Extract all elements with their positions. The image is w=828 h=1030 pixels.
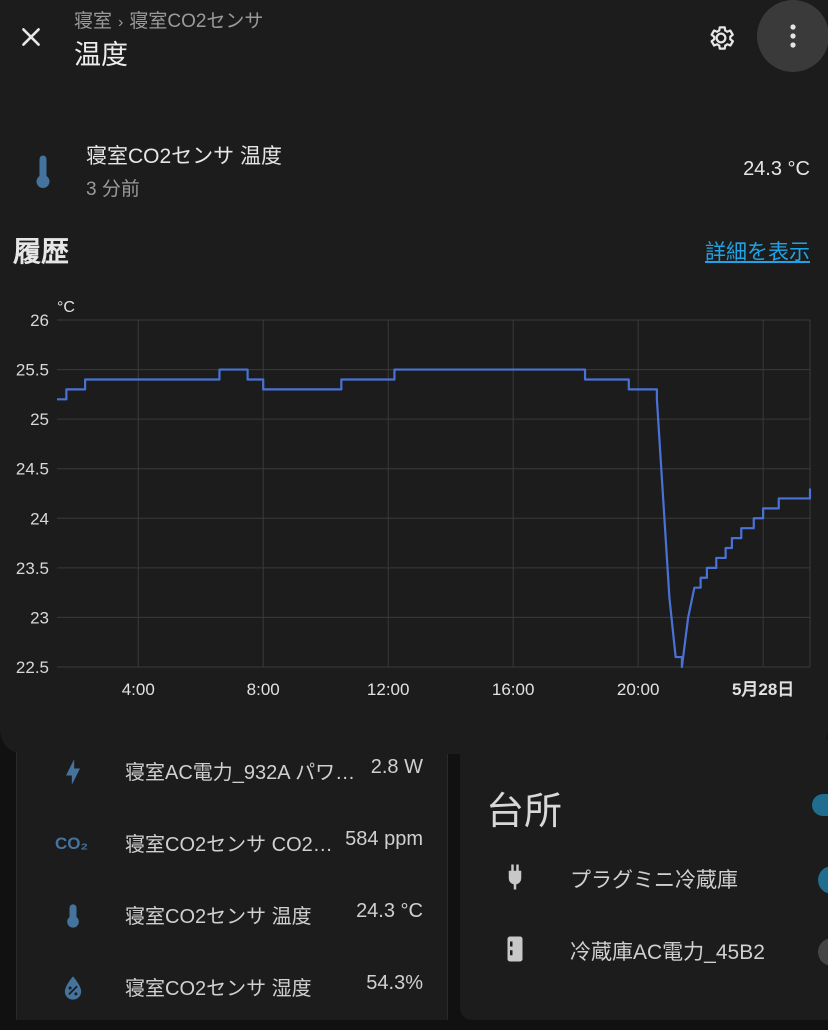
close-icon bbox=[22, 28, 40, 46]
more-vertical-icon bbox=[790, 24, 796, 48]
show-details-link[interactable]: 詳細を表示 bbox=[705, 236, 810, 266]
x-tick-label: 16:00 bbox=[492, 680, 535, 699]
entity-row-name: プラグミニ冷蔵庫 bbox=[570, 869, 738, 892]
y-axis-unit-label: °C bbox=[57, 299, 75, 316]
card-header-toggle[interactable] bbox=[812, 794, 828, 816]
entity-state-row[interactable]: 寝室CO2センサ 温度 3 分前 24.3 °C bbox=[0, 130, 828, 200]
y-tick-label: 22.5 bbox=[16, 658, 49, 677]
entity-state-value: 24.3 °C bbox=[743, 158, 810, 180]
entity-row-value: 584 ppm bbox=[345, 828, 423, 850]
history-heading: 履歴 bbox=[13, 236, 70, 267]
entity-row-name: 寝室CO2センサ 湿度 bbox=[125, 978, 312, 1000]
fridge-icon bbox=[507, 936, 523, 962]
x-tick-label: 4:00 bbox=[122, 680, 155, 699]
y-tick-label: 25 bbox=[30, 410, 49, 429]
entity-row-value: 54.3% bbox=[366, 972, 423, 994]
entity-row-name: 寝室AC電力_932A パワ… bbox=[125, 762, 356, 784]
lightning-icon bbox=[66, 759, 80, 785]
card-title: 台所 bbox=[486, 791, 563, 833]
y-tick-label: 24 bbox=[30, 509, 49, 528]
y-tick-label: 23.5 bbox=[16, 559, 49, 578]
breadcrumb-separator: › bbox=[118, 14, 124, 31]
x-tick-label: 20:00 bbox=[617, 680, 660, 699]
entity-row-temperature[interactable]: 寝室CO2センサ 温度 24.3 °C bbox=[17, 886, 447, 958]
breadcrumb: 寝室 › 寝室CO2センサ bbox=[74, 6, 263, 33]
more-info-dialog: 寝室 › 寝室CO2センサ 温度 寝室CO2センサ 温度 3 分前 24.3 °C … bbox=[0, 0, 828, 754]
entity-last-changed: 3 分前 bbox=[86, 179, 140, 200]
thermometer-icon bbox=[36, 155, 50, 188]
breadcrumb-area[interactable]: 寝室 bbox=[74, 11, 112, 32]
y-tick-label: 23 bbox=[30, 608, 49, 627]
entity-row-name: 寝室CO2センサ 温度 bbox=[125, 906, 312, 928]
entity-row-value: 24.3 °C bbox=[356, 900, 423, 922]
more-options-button[interactable] bbox=[757, 0, 828, 72]
settings-button[interactable] bbox=[703, 20, 739, 56]
dashboard-card-bedroom: 寝室AC電力_932A パワ… 2.8 W CO₂ 寝室CO2センサ CO2… … bbox=[16, 740, 448, 1020]
entity-row-plug-fridge[interactable]: プラグミニ冷蔵庫 bbox=[460, 850, 828, 910]
power-plug-icon bbox=[508, 864, 522, 890]
x-tick-label: 5月28日 bbox=[732, 680, 794, 699]
close-button[interactable] bbox=[14, 20, 48, 54]
entity-row-value: 2.8 W bbox=[370, 756, 423, 778]
entity-name: 寝室CO2センサ 温度 bbox=[86, 145, 283, 168]
entity-row-name: 寝室CO2センサ CO2… bbox=[125, 834, 333, 856]
entity-row-humidity[interactable]: 寝室CO2センサ 湿度 54.3% bbox=[17, 958, 447, 1030]
y-tick-label: 24.5 bbox=[16, 460, 49, 479]
history-chart-svg[interactable]: °C 26 25.5 25 24.5 24 23.5 23 22.5 4:00 8:00 12:00 1… bbox=[0, 270, 828, 700]
water-percent-icon bbox=[64, 976, 82, 1000]
thermometer-icon bbox=[67, 904, 79, 928]
gear-icon bbox=[710, 26, 734, 50]
y-tick-label: 26 bbox=[30, 311, 49, 330]
x-tick-label: 8:00 bbox=[247, 680, 280, 699]
entity-row-fridge-power[interactable]: 冷蔵庫AC電力_45B2 bbox=[460, 922, 828, 982]
toggle-switch[interactable] bbox=[818, 866, 828, 894]
history-chart[interactable]: °C 26 25.5 25 24.5 24 23.5 23 22.5 4:00 8:00 12:00 1… bbox=[0, 270, 828, 700]
y-tick-label: 25.5 bbox=[16, 361, 49, 380]
entity-row-name: 冷蔵庫AC電力_45B2 bbox=[570, 941, 765, 964]
toggle-switch[interactable] bbox=[818, 938, 828, 966]
dashboard-card-kitchen: 台所 プラグミニ冷蔵庫 冷蔵庫AC電力_45B2 bbox=[460, 740, 828, 1020]
breadcrumb-device[interactable]: 寝室CO2センサ bbox=[129, 11, 263, 32]
dialog-title: 温度 bbox=[74, 40, 128, 70]
co2-icon: CO₂ bbox=[55, 834, 89, 853]
entity-row-co2[interactable]: CO₂ 寝室CO2センサ CO2… 584 ppm bbox=[17, 814, 447, 886]
x-tick-label: 12:00 bbox=[367, 680, 410, 699]
